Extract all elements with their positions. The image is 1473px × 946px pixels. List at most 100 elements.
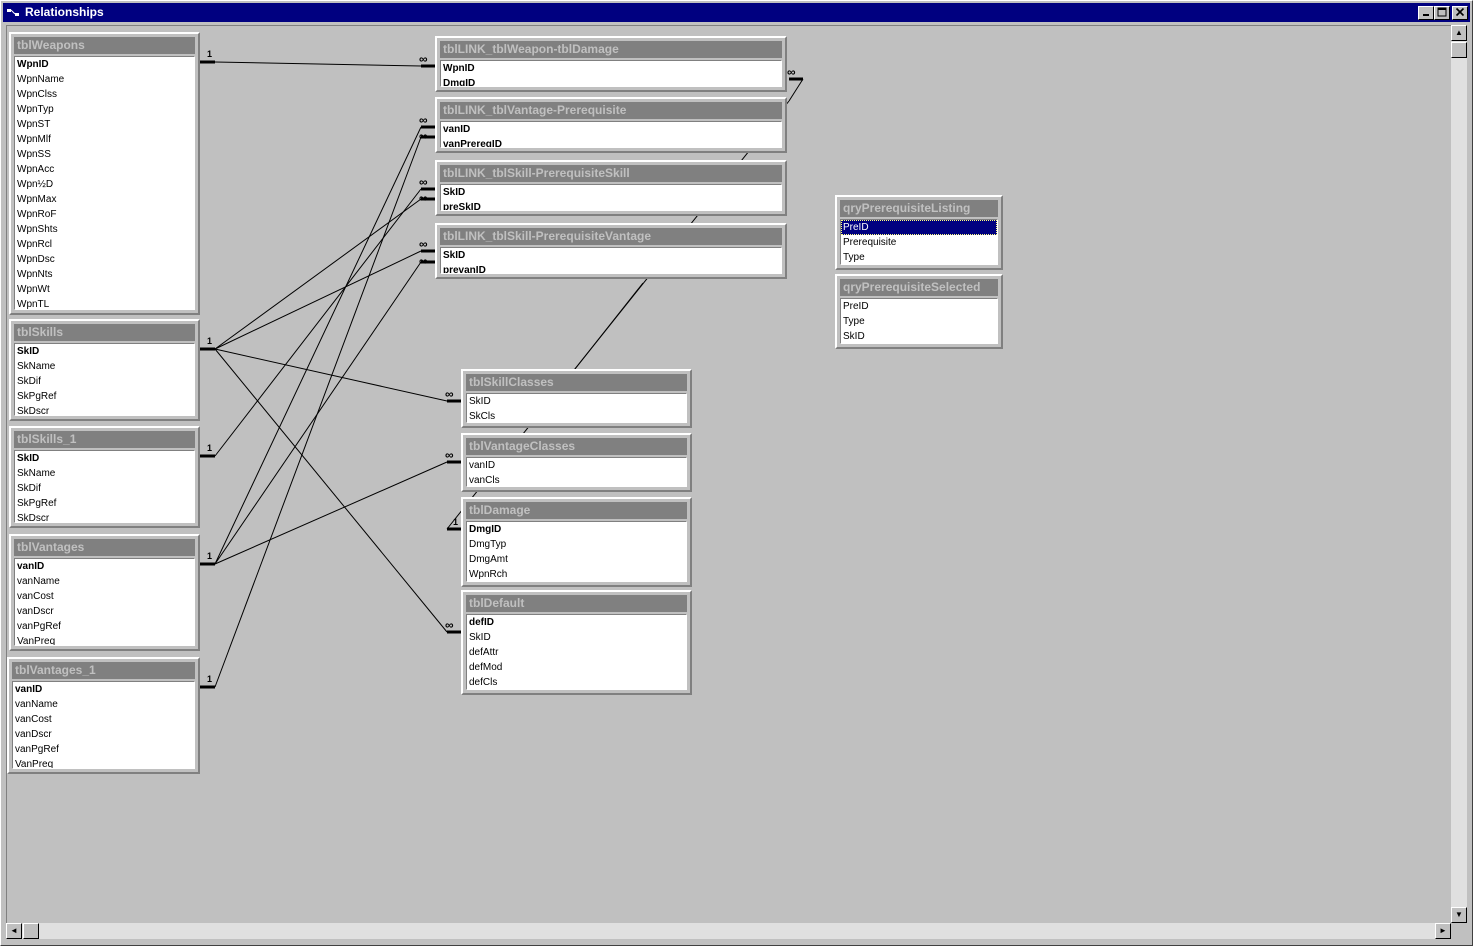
table-qryprerequisiteselected[interactable]: qryPrerequisiteSelected PreID Type SkID xyxy=(835,274,1003,349)
field-item[interactable]: vanCost xyxy=(13,712,194,727)
field-item[interactable]: vanCost xyxy=(15,589,194,604)
horizontal-scrollbar[interactable]: ◄ ► xyxy=(6,923,1451,939)
scroll-right-button[interactable]: ► xyxy=(1435,923,1451,939)
field-item[interactable]: SkName xyxy=(15,466,194,481)
field-item[interactable]: Prerequisite xyxy=(841,235,997,250)
maximize-button[interactable] xyxy=(1434,6,1450,20)
field-list[interactable]: WpnID DmgID xyxy=(440,60,782,87)
minimize-button[interactable] xyxy=(1418,6,1434,20)
field-list[interactable]: WpnID WpnName WpnClss WpnTyp WpnST WpnMlf WpnS… xyxy=(14,56,195,310)
field-item[interactable]: WpnRoF xyxy=(15,207,194,222)
skill-to-prereqvantage-line[interactable] xyxy=(214,250,422,350)
field-item[interactable]: WpnRch xyxy=(467,567,686,581)
size-grip[interactable] xyxy=(1451,923,1467,939)
field-item[interactable]: DmgID xyxy=(441,76,781,86)
field-item[interactable]: WpnST xyxy=(15,117,194,132)
field-item[interactable]: WpnSS xyxy=(15,147,194,162)
field-item[interactable]: vanName xyxy=(13,697,194,712)
field-item[interactable]: WpnClss xyxy=(15,87,194,102)
table-tbldefault[interactable]: tblDefault defID SkID defAttr defMod defCls xyxy=(461,590,692,695)
table-tbldamage[interactable]: tblDamage DmgID DmgTyp DmgAmt WpnRch xyxy=(461,497,692,587)
field-item[interactable]: Type xyxy=(841,250,997,264)
field-item[interactable]: defMod xyxy=(467,660,686,675)
table-title[interactable]: tblSkills_1 xyxy=(14,431,195,448)
scroll-left-button[interactable]: ◄ xyxy=(6,923,22,939)
field-list[interactable]: vanID vanName vanCost vanDscr vanPgRef VanPre… xyxy=(12,681,195,769)
table-title[interactable]: tblVantages xyxy=(14,539,195,556)
field-list[interactable]: PreID Prerequisite Type xyxy=(840,219,998,265)
field-item[interactable]: defCls xyxy=(467,675,686,689)
table-title[interactable]: tblVantageClasses xyxy=(466,438,687,455)
field-item[interactable]: WpnNts xyxy=(15,267,194,282)
close-button[interactable] xyxy=(1452,6,1468,20)
field-item[interactable]: SkPgRef xyxy=(15,389,194,404)
field-list[interactable]: defID SkID defAttr defMod defCls xyxy=(466,614,687,690)
table-tblvantageclasses[interactable]: tblVantageClasses vanID vanCls xyxy=(461,433,692,492)
skills1-to-prereqskill-line[interactable] xyxy=(214,188,422,457)
field-item[interactable]: DmgID xyxy=(467,522,686,537)
field-item[interactable]: vanPgRef xyxy=(15,619,194,634)
scroll-down-button[interactable]: ▼ xyxy=(1451,907,1467,923)
field-item[interactable]: vanDscr xyxy=(15,604,194,619)
field-list[interactable]: PreID Type SkID xyxy=(840,298,998,344)
field-item[interactable]: vanID xyxy=(15,559,194,574)
table-tbllink-tblskill-prerequisiteskill[interactable]: tblLINK_tblSkill-PrerequisiteSkill SkID pr… xyxy=(435,160,787,216)
field-item[interactable]: WpnAcc xyxy=(15,162,194,177)
field-item[interactable]: SkID xyxy=(467,394,686,409)
table-qryprerequisitelisting[interactable]: qryPrerequisiteListing PreID Prerequisite T… xyxy=(835,195,1003,270)
field-item[interactable]: vanCls xyxy=(467,473,686,486)
damage-link-line[interactable] xyxy=(788,78,804,102)
field-item[interactable]: WpnTyp xyxy=(15,102,194,117)
vertical-scrollbar[interactable]: ▲ ▼ xyxy=(1451,25,1467,923)
table-title[interactable]: tblWeapons xyxy=(14,37,195,54)
field-item[interactable]: WpnName xyxy=(15,72,194,87)
field-list[interactable]: SkID SkCls xyxy=(466,393,687,423)
field-item[interactable]: SkID xyxy=(841,329,997,343)
field-item[interactable]: WpnShts xyxy=(15,222,194,237)
field-item[interactable]: SkDif xyxy=(15,481,194,496)
field-item[interactable]: WpnDsc xyxy=(15,252,194,267)
field-item[interactable]: vanID xyxy=(467,458,686,473)
field-item[interactable]: WpnRcl xyxy=(15,237,194,252)
field-item[interactable]: PreID xyxy=(841,220,997,235)
table-tblskills-1[interactable]: tblSkills_1 SkID SkName SkDif SkPgRef SkDscr xyxy=(9,426,200,528)
table-title[interactable]: qryPrerequisiteSelected xyxy=(840,279,998,296)
relationships-canvas[interactable]: 1 1 1 1 1 ∞ ∞ ∞ ∞ ∞ ∞ ∞ ∞ ∞ ∞ 1 ∞ tblWeapons WpnID WpnName… xyxy=(6,25,1451,924)
field-item[interactable]: DmgAmt xyxy=(467,552,686,567)
table-tbllink-tblskill-prerequisitevantage[interactable]: tblLINK_tblSkill-PrerequisiteVantage SkID… xyxy=(435,223,787,279)
field-item[interactable]: DmgTyp xyxy=(467,537,686,552)
field-list[interactable]: SkID preSkID xyxy=(440,184,782,211)
title-bar[interactable]: Relationships xyxy=(3,3,1470,22)
field-item[interactable]: SkID xyxy=(467,630,686,645)
field-item[interactable]: SkID xyxy=(15,451,194,466)
field-item[interactable]: WpnMax xyxy=(15,192,194,207)
table-title[interactable]: tblSkills xyxy=(14,324,195,341)
table-title[interactable]: tblLINK_tblSkill-PrerequisiteSkill xyxy=(440,165,782,182)
table-title[interactable]: tblVantages_1 xyxy=(12,662,195,679)
table-title[interactable]: tblLINK_tblVantage-Prerequisite xyxy=(440,102,782,119)
field-item[interactable]: vanPrereqID xyxy=(441,137,781,147)
field-list[interactable]: SkID prevanID xyxy=(440,247,782,274)
relationships-icon[interactable] xyxy=(7,7,19,18)
table-title[interactable]: tblDamage xyxy=(466,502,687,519)
field-item[interactable]: WpnTL xyxy=(15,297,194,309)
field-list[interactable]: vanID vanName vanCost vanDscr vanPgRef VanPre… xyxy=(14,558,195,646)
table-title[interactable]: qryPrerequisiteListing xyxy=(840,200,998,217)
field-item[interactable]: VanPreq xyxy=(15,634,194,645)
field-item[interactable]: WpnID xyxy=(15,57,194,72)
table-tblvantages-1[interactable]: tblVantages_1 vanID vanName vanCost vanDscr v… xyxy=(7,657,200,774)
field-list[interactable]: vanID vanPrereqID xyxy=(440,121,782,148)
field-item[interactable]: SkDscr xyxy=(15,404,194,415)
vertical-scroll-thumb[interactable] xyxy=(1451,42,1467,58)
field-item[interactable]: Type xyxy=(841,314,997,329)
table-tbllink-tblvantage-prerequisite[interactable]: tblLINK_tblVantage-Prerequisite vanID vanP… xyxy=(435,97,787,153)
field-item[interactable]: SkID xyxy=(441,248,781,263)
weapon-link-line[interactable] xyxy=(214,61,422,67)
vantage-to-prereq-line[interactable] xyxy=(214,126,422,565)
table-title[interactable]: tblLINK_tblWeapon-tblDamage xyxy=(440,41,782,58)
field-item[interactable]: VanPreq xyxy=(13,757,194,768)
table-title[interactable]: tblSkillClasses xyxy=(466,374,687,391)
field-item[interactable]: WpnWt xyxy=(15,282,194,297)
field-item[interactable]: SkPgRef xyxy=(15,496,194,511)
field-item[interactable]: preSkID xyxy=(441,200,781,210)
